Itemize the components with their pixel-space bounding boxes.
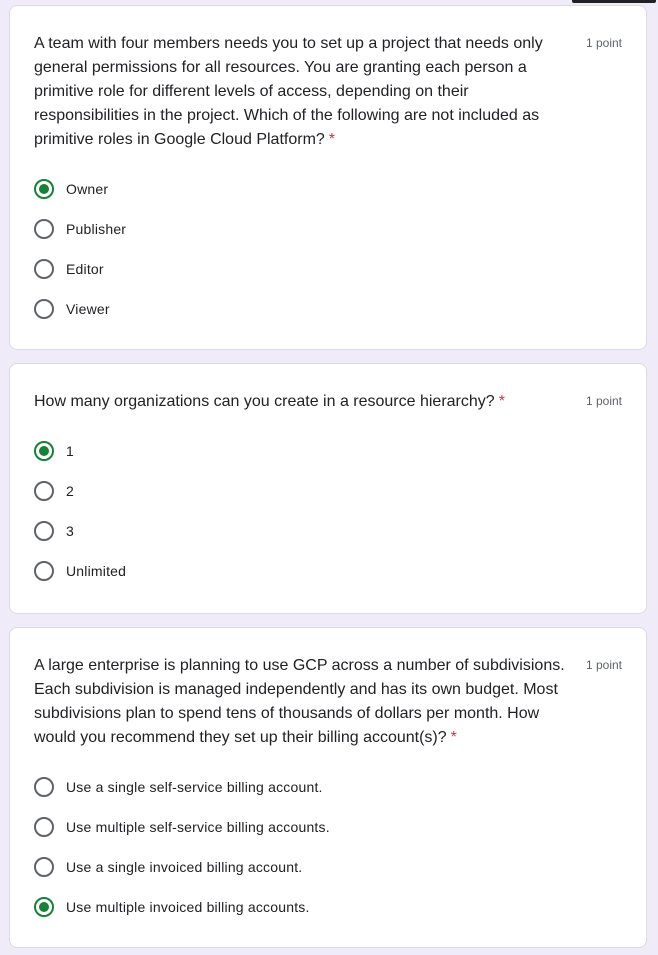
radio-option[interactable]: Use multiple invoiced billing accounts. <box>34 887 622 927</box>
radio-option[interactable]: 1 <box>34 431 622 471</box>
radio-option[interactable]: Use a single invoiced billing account. <box>34 847 622 887</box>
radio-checked-icon[interactable] <box>34 179 54 199</box>
points-label: 1 point <box>585 394 622 408</box>
question-header: How many organizations can you create in… <box>10 364 646 414</box>
radio-checked-icon[interactable] <box>34 441 54 461</box>
option-label: Viewer <box>66 301 110 317</box>
radio-option[interactable]: Viewer <box>34 289 622 329</box>
question-card: A large enterprise is planning to use GC… <box>9 627 647 948</box>
option-label: Unlimited <box>66 563 127 579</box>
radio-option[interactable]: Owner <box>34 169 622 209</box>
radio-unchecked-icon[interactable] <box>34 857 54 877</box>
radio-unchecked-icon[interactable] <box>34 481 54 501</box>
radio-group: Owner Publisher Editor Viewer <box>10 169 646 329</box>
required-asterisk: * <box>328 131 336 148</box>
option-label: Use a single invoiced billing account. <box>66 859 303 875</box>
radio-unchecked-icon[interactable] <box>34 521 54 541</box>
radio-unchecked-icon[interactable] <box>34 777 54 797</box>
radio-unchecked-icon[interactable] <box>34 259 54 279</box>
radio-option[interactable]: 3 <box>34 511 622 551</box>
points-label: 1 point <box>585 658 622 672</box>
radio-group: 1 2 3 Unlimited <box>10 431 646 591</box>
points-label: 1 point <box>585 36 622 50</box>
top-bar-indicator <box>572 0 656 3</box>
option-label: 3 <box>66 523 74 539</box>
option-label: Use multiple invoiced billing accounts. <box>66 899 310 915</box>
radio-unchecked-icon[interactable] <box>34 817 54 837</box>
radio-unchecked-icon[interactable] <box>34 219 54 239</box>
option-label: 1 <box>66 443 74 459</box>
radio-option[interactable]: Editor <box>34 249 622 289</box>
question-header: A team with four members needs you to se… <box>10 6 646 152</box>
question-card: How many organizations can you create in… <box>9 363 647 614</box>
radio-option[interactable]: Use multiple self-service billing accoun… <box>34 807 622 847</box>
question-title: A team with four members needs you to se… <box>34 35 543 148</box>
question-title: A large enterprise is planning to use GC… <box>34 657 565 746</box>
option-label: Use a single self-service billing accoun… <box>66 779 323 795</box>
option-label: Owner <box>66 181 109 197</box>
radio-option[interactable]: 2 <box>34 471 622 511</box>
option-label: Editor <box>66 261 104 277</box>
option-label: Publisher <box>66 221 127 237</box>
option-label: Use multiple self-service billing accoun… <box>66 819 330 835</box>
radio-option[interactable]: Use a single self-service billing accoun… <box>34 767 622 807</box>
radio-unchecked-icon[interactable] <box>34 561 54 581</box>
radio-unchecked-icon[interactable] <box>34 299 54 319</box>
option-label: 2 <box>66 483 74 499</box>
radio-option[interactable]: Publisher <box>34 209 622 249</box>
question-card: A team with four members needs you to se… <box>9 5 647 350</box>
question-header: A large enterprise is planning to use GC… <box>10 628 646 750</box>
required-asterisk: * <box>498 393 505 410</box>
radio-option[interactable]: Unlimited <box>34 551 622 591</box>
required-asterisk: * <box>450 729 457 746</box>
radio-checked-icon[interactable] <box>34 897 54 917</box>
question-title: How many organizations can you create in… <box>34 393 505 410</box>
radio-group: Use a single self-service billing accoun… <box>10 767 646 927</box>
